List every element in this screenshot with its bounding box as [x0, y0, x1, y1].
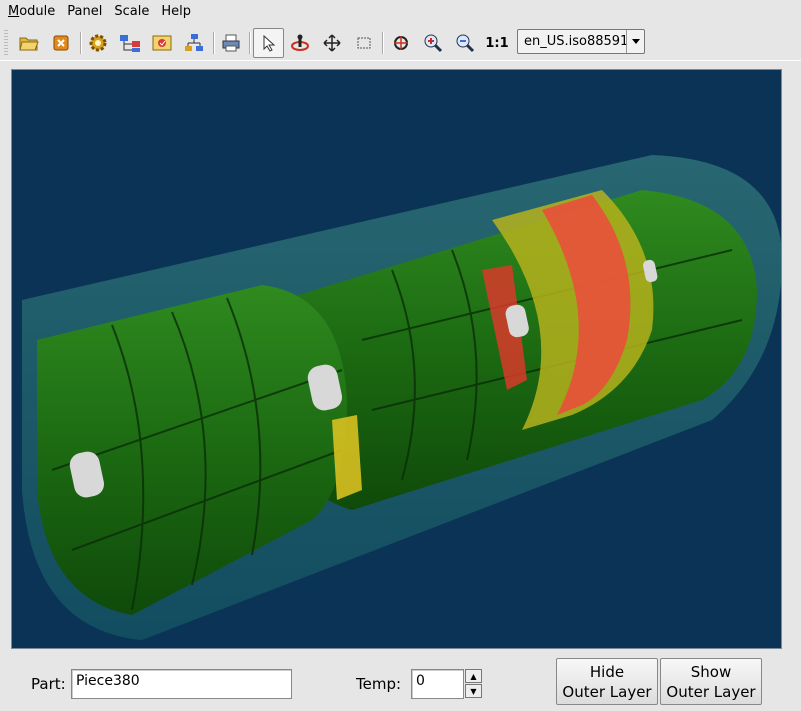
open-folder-button[interactable]: [15, 29, 43, 57]
show-button-line2: Outer Layer: [666, 683, 756, 701]
temp-input[interactable]: 0: [411, 669, 464, 699]
tree-view-button[interactable]: [116, 29, 144, 57]
settings-gear-icon: [89, 34, 107, 52]
rotate-icon: [291, 34, 309, 51]
part-input[interactable]: Piece380: [71, 669, 292, 699]
menu-panel-label: Panel: [67, 4, 103, 19]
show-outer-layer-button[interactable]: Show Outer Layer: [660, 658, 762, 705]
3d-viewport[interactable]: [11, 69, 782, 649]
select-tool-button[interactable]: [253, 28, 284, 58]
toolbar-separator: [213, 32, 215, 54]
center-view-icon: [394, 36, 408, 50]
menu-module-label: odule: [19, 4, 56, 19]
part-label: Part:: [31, 675, 66, 693]
print-button[interactable]: [217, 29, 245, 57]
hide-button-line2: Outer Layer: [562, 683, 652, 701]
zoom-out-icon: [456, 34, 475, 53]
close-icon: [53, 35, 69, 51]
locale-select[interactable]: en_US.iso88591: [517, 29, 645, 54]
toolbar-separator: [80, 32, 82, 54]
image-browse-icon: [152, 35, 172, 51]
hide-button-line1: Hide: [589, 663, 625, 681]
toolbar-grip[interactable]: [4, 30, 8, 56]
menu-module[interactable]: Module: [4, 1, 59, 23]
menu-panel[interactable]: Panel: [63, 1, 106, 23]
toolbar-separator: [382, 32, 384, 54]
open-folder-icon: [19, 37, 39, 51]
stepper-up-icon[interactable]: ▲: [465, 669, 482, 683]
tree-view-icon: [120, 35, 140, 52]
print-icon: [222, 34, 240, 52]
close-button[interactable]: [47, 29, 75, 57]
menu-scale[interactable]: Scale: [110, 1, 153, 23]
zoom-reset-button[interactable]: 1:1: [483, 29, 511, 57]
center-view-button[interactable]: [387, 29, 415, 57]
zoom-in-icon: [424, 34, 443, 53]
stepper-down-icon[interactable]: ▼: [465, 684, 482, 698]
rotate-tool-button[interactable]: [286, 29, 314, 57]
toolbar: 1:1: [0, 26, 801, 60]
toolbar-divider: [0, 60, 801, 61]
select-arrow-icon: [263, 34, 275, 52]
menu-help[interactable]: Help: [157, 1, 195, 23]
temp-label: Temp:: [356, 675, 402, 693]
zoom-in-button[interactable]: [419, 29, 447, 57]
hierarchy-icon: [185, 34, 203, 51]
toolbar-separator: [249, 32, 251, 54]
show-button-line1: Show: [690, 663, 732, 681]
menu-help-label: Help: [161, 4, 191, 19]
image-browse-button[interactable]: [148, 29, 176, 57]
zoom-out-button[interactable]: [451, 29, 479, 57]
3d-scene[interactable]: [12, 70, 782, 649]
pan-tool-button[interactable]: [318, 29, 346, 57]
hierarchy-button[interactable]: [180, 29, 208, 57]
locale-value: en_US.iso88591: [524, 34, 629, 49]
hot-spot-yellow[interactable]: [332, 415, 362, 500]
settings-button[interactable]: [84, 29, 112, 57]
menu-module-mnemonic: M: [8, 4, 20, 19]
pan-move-icon: [323, 34, 341, 52]
menu-scale-label: Scale: [114, 4, 150, 19]
zoom-box-tool-button[interactable]: [350, 29, 378, 57]
zoom-box-icon: [357, 37, 371, 49]
chevron-down-icon[interactable]: [626, 30, 644, 53]
menu-bar: Module Panel Scale Help: [0, 0, 801, 24]
temp-stepper: ▲ ▼: [465, 669, 482, 699]
hide-outer-layer-button[interactable]: Hide Outer Layer: [556, 658, 658, 705]
